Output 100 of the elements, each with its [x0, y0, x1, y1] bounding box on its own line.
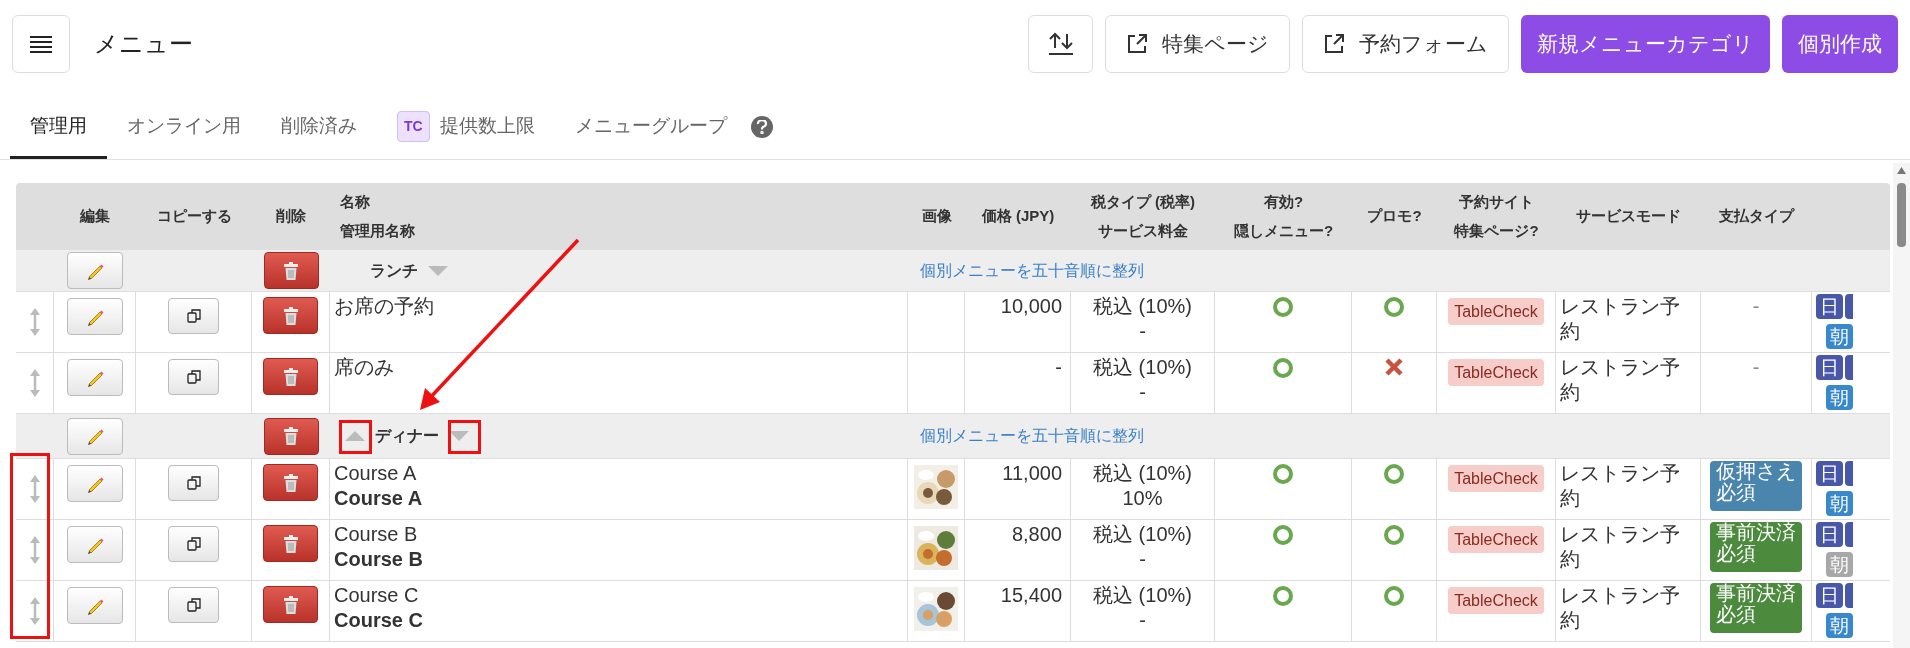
column-header: サービス料金 — [1098, 220, 1188, 241]
admin-name: Course B — [334, 547, 424, 572]
column-header: 管理用名称 — [340, 220, 415, 241]
item-name: Course A — [334, 461, 418, 486]
day-badge-edge — [1845, 583, 1853, 608]
drag-handle-icon[interactable] — [28, 596, 41, 626]
sort-link[interactable]: 個別メニューを五十音順に整列 — [920, 424, 1144, 448]
copy-icon — [185, 597, 202, 613]
service-mode: レストラン予約 — [1560, 584, 1680, 631]
column-header: 画像 — [921, 206, 952, 227]
service-mode: レストラン予約 — [1560, 356, 1680, 403]
trash-icon — [283, 426, 299, 446]
delete-button[interactable] — [263, 358, 318, 395]
delete-button[interactable] — [263, 525, 318, 562]
day-badge: 日 — [1816, 355, 1843, 380]
help-icon[interactable] — [750, 116, 773, 138]
create-button[interactable]: 個別作成 — [1782, 15, 1898, 73]
day-badge-edge — [1845, 355, 1853, 380]
drag-handle-icon[interactable] — [28, 535, 41, 565]
price: 11,000 — [1002, 462, 1062, 484]
column-header: 価格 (JPY) — [981, 206, 1055, 227]
delete-button[interactable] — [263, 417, 319, 455]
day-badge: 朝 — [1826, 324, 1853, 349]
copy-button[interactable] — [168, 587, 219, 623]
delete-button[interactable] — [263, 464, 318, 501]
site-tag: TableCheck — [1448, 526, 1544, 553]
trash-icon — [282, 472, 299, 493]
day-badge: 朝 — [1826, 613, 1853, 638]
day-badge-edge — [1845, 522, 1853, 547]
item-name: Course C — [334, 583, 420, 608]
sort-down-icon[interactable] — [448, 430, 470, 442]
menu-icon — [29, 35, 53, 53]
highlight-box — [339, 420, 372, 454]
price: 10,000 — [1000, 295, 1062, 317]
drag-handle-icon[interactable] — [28, 307, 41, 337]
payment-type: - — [1752, 294, 1760, 319]
price: 8,800 — [1011, 523, 1062, 545]
menu-button[interactable] — [12, 15, 70, 73]
copy-button[interactable] — [168, 298, 219, 334]
delete-button[interactable] — [263, 586, 318, 623]
service-fee: - — [1139, 380, 1146, 405]
trash-icon — [282, 533, 299, 554]
day-badge: 日 — [1816, 522, 1843, 547]
copy-icon — [185, 475, 202, 491]
copy-button[interactable] — [168, 465, 219, 501]
column-header: 隠しメニュー? — [1233, 220, 1334, 241]
column-header: プロモ? — [1367, 206, 1422, 227]
tab[interactable]: オンライン用 — [107, 97, 261, 159]
scrollbar-thumb[interactable] — [1897, 183, 1906, 247]
drag-handle-icon[interactable] — [28, 368, 41, 398]
scrollbar[interactable] — [1893, 163, 1910, 648]
tab[interactable]: TC 提供数上限 — [377, 97, 555, 159]
tab[interactable]: メニューグループ — [554, 97, 747, 159]
tax-type: 税込 (10%) — [1093, 583, 1192, 608]
price: 15,400 — [1000, 584, 1062, 606]
column-header: 削除 — [276, 206, 306, 227]
column-header: 名称 — [340, 192, 370, 212]
service-fee: - — [1139, 547, 1146, 572]
service-mode: レストラン予約 — [1560, 462, 1680, 509]
tab[interactable]: 管理用 — [10, 97, 107, 159]
tax-type: 税込 (10%) — [1093, 461, 1192, 486]
copy-button[interactable] — [168, 526, 219, 562]
export-button[interactable] — [1028, 15, 1093, 73]
tax-type: 税込 (10%) — [1093, 355, 1192, 380]
copy-button[interactable] — [168, 359, 219, 395]
tab[interactable]: 削除済み — [261, 97, 377, 159]
day-badge-edge — [1845, 294, 1853, 319]
item-name: Course B — [334, 522, 419, 547]
price: - — [1055, 356, 1062, 378]
column-header: 有効? — [1263, 192, 1304, 212]
link-button[interactable]: 特集ページ — [1105, 15, 1290, 73]
admin-name: Course A — [334, 486, 424, 511]
day-badge-edge — [1845, 461, 1853, 486]
column-header: 支払タイプ — [1719, 206, 1794, 227]
delete-button[interactable] — [263, 297, 318, 334]
sort-link[interactable]: 個別メニューを五十音順に整列 — [920, 258, 1144, 283]
site-tag: TableCheck — [1448, 587, 1544, 614]
payment-type: - — [1752, 355, 1760, 380]
copy-icon — [185, 369, 202, 385]
payment-badge: 事前決済必須 — [1710, 522, 1802, 572]
link-button[interactable]: 予約フォーム — [1302, 15, 1509, 73]
external-link-icon — [1126, 33, 1148, 55]
tax-type: 税込 (10%) — [1093, 522, 1192, 547]
copy-icon — [185, 536, 202, 552]
service-mode: レストラン予約 — [1560, 295, 1680, 342]
day-badge: 日 — [1816, 583, 1843, 608]
highlight-box — [448, 420, 481, 454]
trash-icon — [282, 594, 299, 615]
item-name: 席のみ — [334, 355, 395, 380]
tax-type: 税込 (10%) — [1093, 294, 1192, 319]
payment-badge: 事前決済必須 — [1710, 583, 1802, 633]
day-badge: 朝 — [1826, 491, 1853, 516]
site-tag: TableCheck — [1448, 465, 1544, 492]
service-fee: - — [1139, 319, 1146, 344]
external-link-icon — [1323, 33, 1345, 55]
create-button[interactable]: 新規メニューカテゴリ — [1521, 15, 1770, 73]
drag-handle-icon[interactable] — [28, 474, 41, 504]
column-header: 予約サイト — [1459, 192, 1534, 212]
trash-icon — [283, 260, 299, 281]
delete-button[interactable] — [263, 252, 319, 289]
